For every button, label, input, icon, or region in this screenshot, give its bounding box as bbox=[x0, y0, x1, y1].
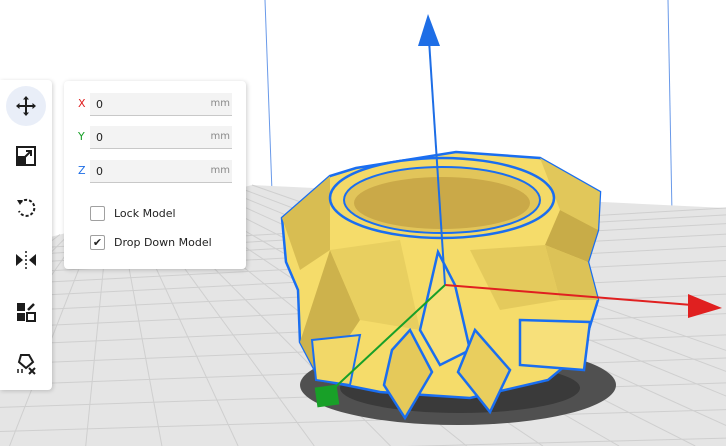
per-model-settings-tool-button[interactable] bbox=[6, 292, 46, 332]
move-tool-panel: X mm Y mm Z mm Lock Model ✔ Drop Down Mo… bbox=[64, 81, 246, 269]
model-spike bbox=[518, 318, 592, 372]
lock-model-label: Lock Model bbox=[114, 206, 176, 220]
z-coordinate-row: Z mm bbox=[76, 160, 236, 184]
tool-sidebar bbox=[0, 80, 52, 390]
support-blocker-icon bbox=[17, 354, 36, 375]
drop-down-model-option[interactable]: ✔ Drop Down Model bbox=[90, 233, 212, 251]
y-coordinate-row: Y mm bbox=[76, 126, 236, 150]
rotate-icon bbox=[17, 198, 36, 217]
lock-model-option[interactable]: Lock Model bbox=[90, 204, 176, 222]
x-unit-label: mm bbox=[210, 98, 230, 109]
y-unit-label: mm bbox=[210, 131, 230, 142]
move-tool-button[interactable] bbox=[6, 86, 46, 126]
model-cavity bbox=[354, 177, 530, 229]
mirror-icon bbox=[16, 251, 36, 269]
lock-model-checkbox[interactable] bbox=[90, 205, 105, 221]
y-axis-label: Y bbox=[78, 130, 85, 143]
z-axis-label: Z bbox=[78, 164, 86, 177]
x-coordinate-row: X mm bbox=[76, 93, 236, 117]
support-blocker-tool-button[interactable] bbox=[6, 344, 46, 384]
move-icon bbox=[16, 96, 36, 116]
x-axis-label: X bbox=[78, 97, 86, 110]
scale-tool-button[interactable] bbox=[6, 136, 46, 176]
mirror-tool-button[interactable] bbox=[6, 240, 46, 280]
drop-down-model-label: Drop Down Model bbox=[114, 235, 212, 249]
y-axis-cube[interactable] bbox=[314, 384, 340, 408]
per-model-settings-icon bbox=[17, 303, 36, 322]
scale-icon bbox=[16, 146, 36, 166]
rotate-tool-button[interactable] bbox=[6, 188, 46, 228]
drop-down-model-checkbox[interactable]: ✔ bbox=[90, 234, 105, 250]
z-unit-label: mm bbox=[210, 165, 230, 176]
